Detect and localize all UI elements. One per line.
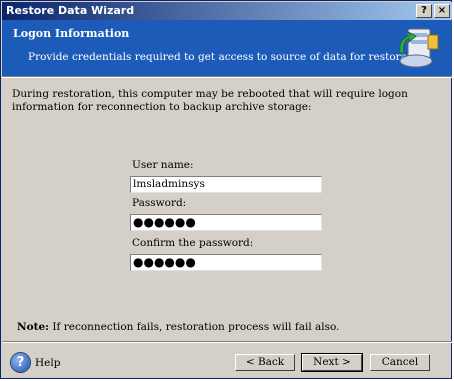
wizard-header: Logon Information Provide credentials re…	[2, 20, 452, 76]
window-title: Restore Data Wizard	[6, 4, 135, 17]
title-bar[interactable]: Restore Data Wizard ? ×	[2, 2, 452, 20]
username-label: User name:	[132, 159, 194, 171]
header-subtitle: Provide credentials required to get acce…	[28, 51, 431, 63]
next-button[interactable]: Next >	[301, 353, 363, 372]
back-button[interactable]: < Back	[235, 354, 295, 371]
confirm-password-field[interactable]: ●●●●●●	[130, 254, 322, 271]
description-text: During restoration, this computer may be…	[12, 88, 408, 113]
note-bold: Note:	[17, 321, 50, 333]
help-link[interactable]: Help	[35, 357, 60, 369]
header-title: Logon Information	[13, 27, 130, 40]
password-field[interactable]: ●●●●●●	[130, 214, 322, 231]
username-field[interactable]: lmsladminsys	[130, 176, 322, 193]
help-icon[interactable]: ?	[11, 353, 30, 372]
note-text: Note: If reconnection fails, restoration…	[17, 321, 340, 333]
restore-wizard-icon	[399, 28, 439, 68]
header-separator	[2, 76, 452, 78]
note-message: If reconnection fails, restoration proce…	[49, 321, 340, 333]
close-button[interactable]: ×	[434, 4, 450, 18]
cancel-button[interactable]: Cancel	[370, 354, 430, 371]
context-help-button[interactable]: ?	[416, 4, 432, 18]
footer-separator	[2, 341, 452, 343]
confirm-password-label: Confirm the password:	[132, 237, 254, 249]
password-label: Password:	[132, 197, 187, 209]
wizard-window: Restore Data Wizard ? × Logon Informatio…	[0, 0, 452, 379]
